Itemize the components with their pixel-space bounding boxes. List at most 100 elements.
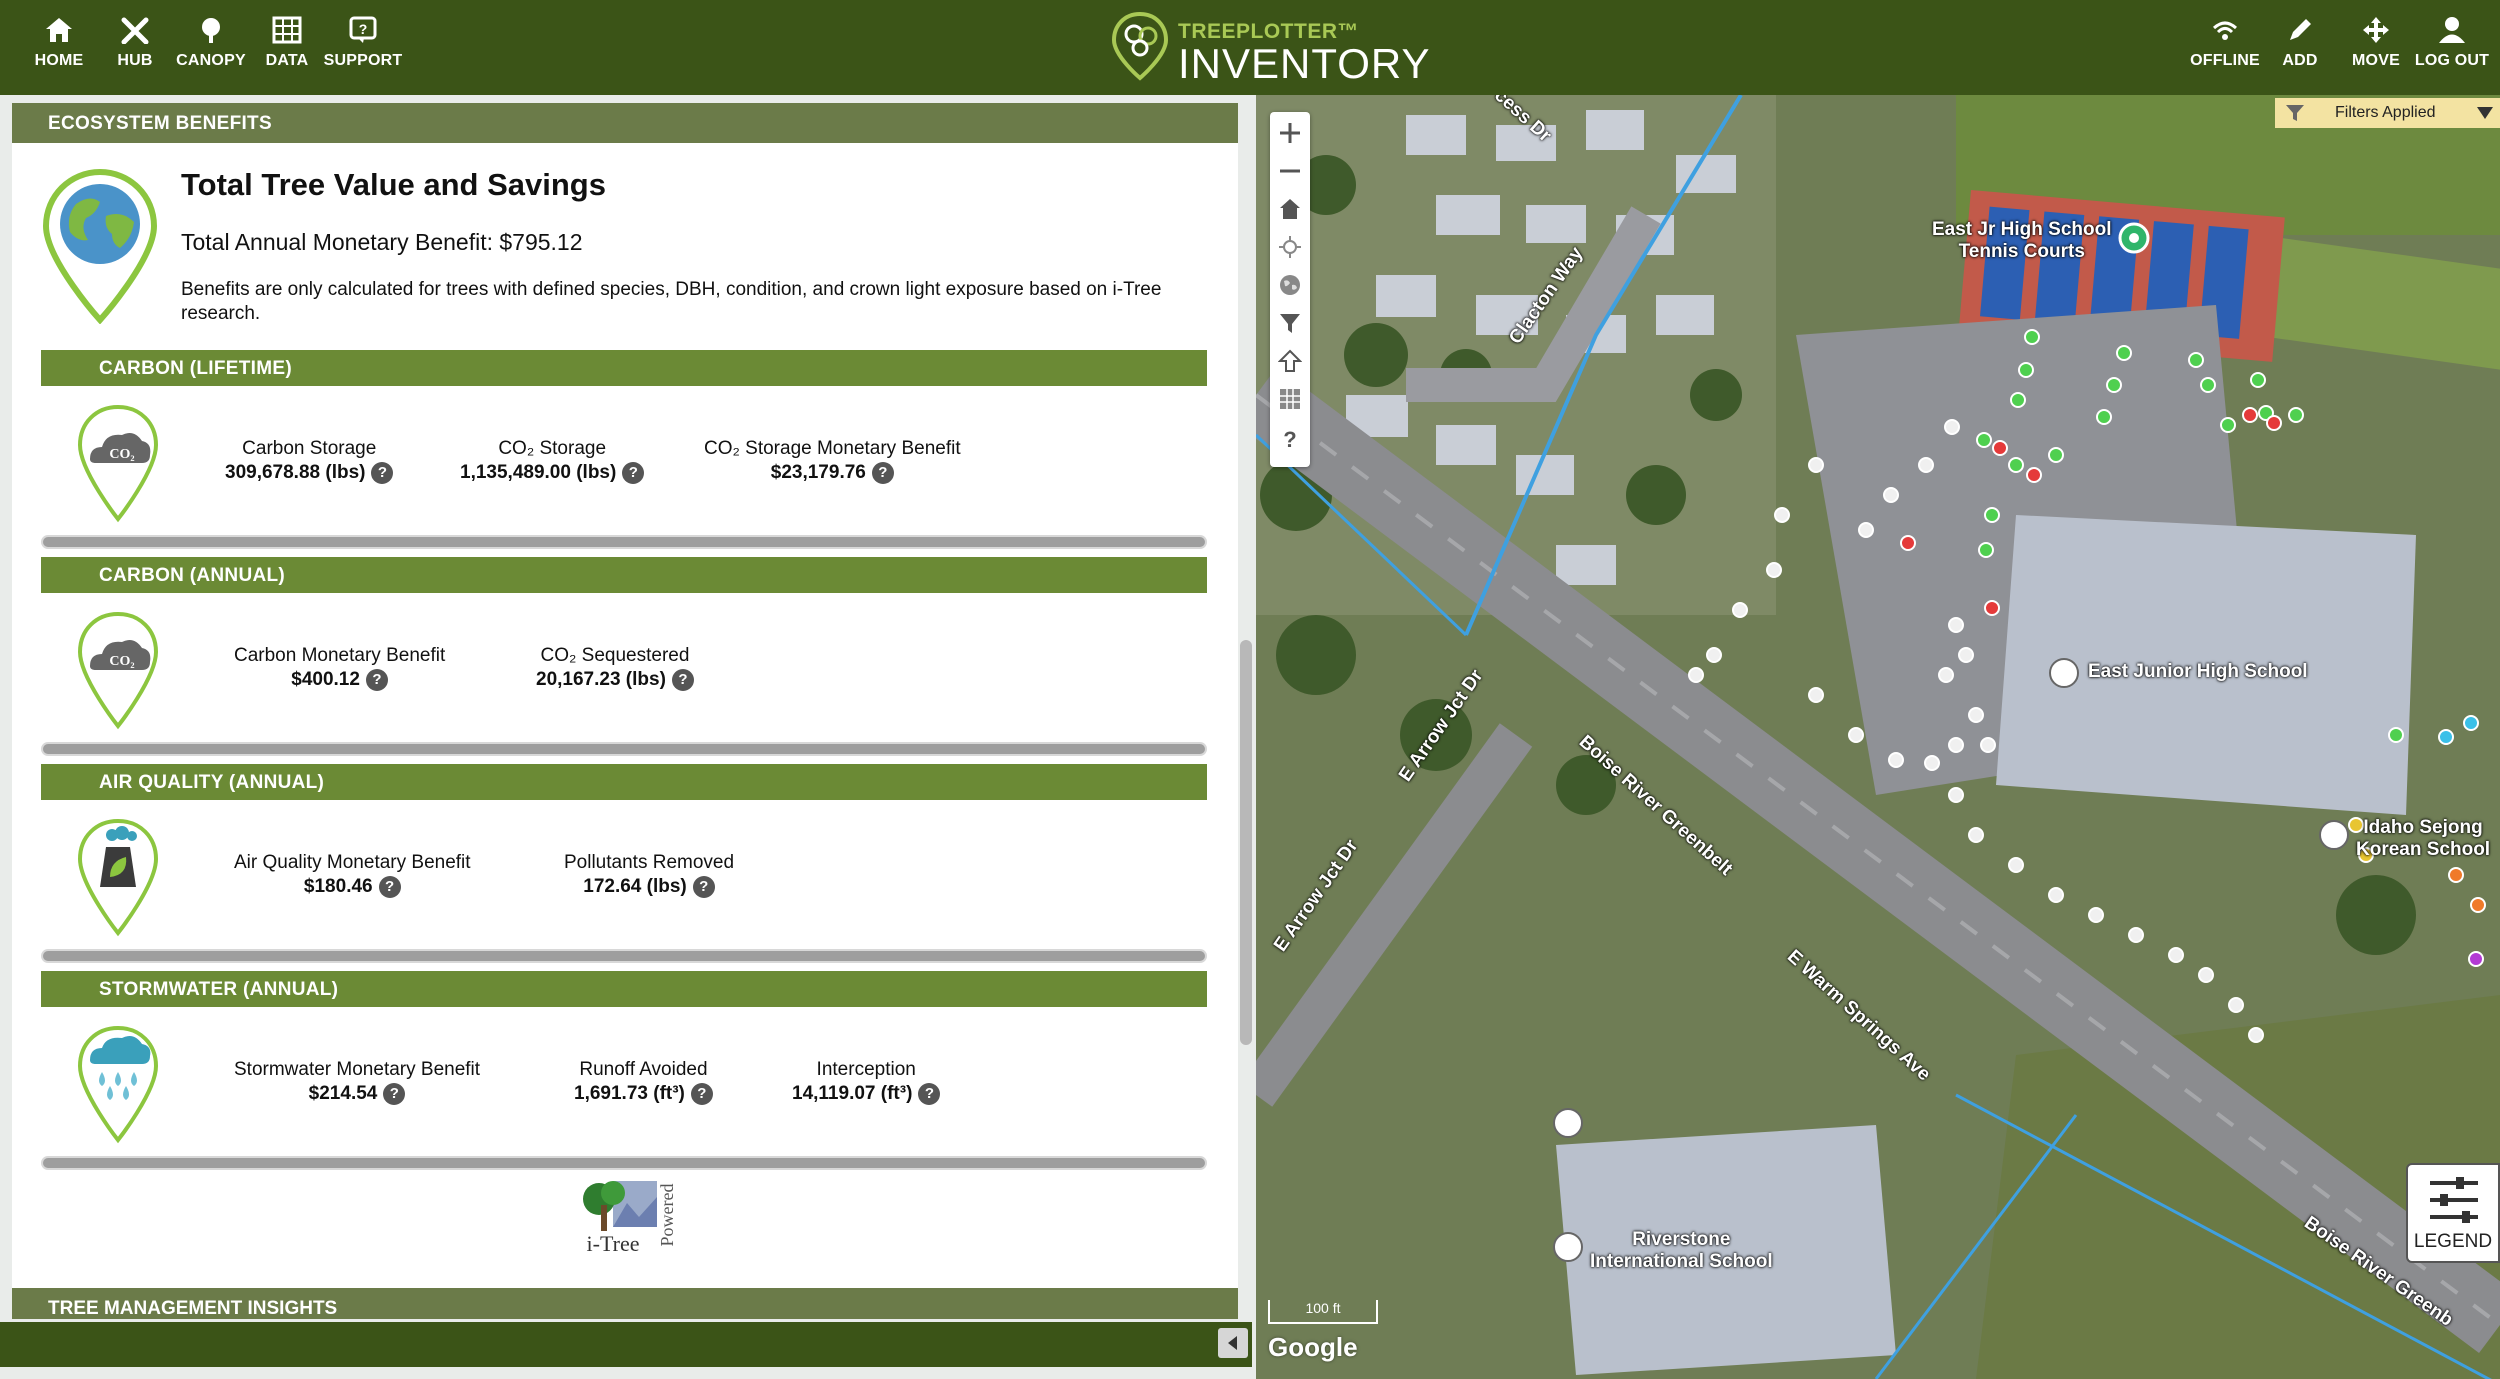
co2-badge: CO₂	[109, 447, 134, 462]
grid-icon	[1280, 389, 1300, 409]
metric-air-quality-benefit: Air Quality Monetary Benefit $180.46?	[234, 851, 471, 899]
legend-button[interactable]: LEGEND	[2406, 1163, 2500, 1263]
globe-pin-icon	[42, 168, 158, 324]
metric-runoff-avoided: Runoff Avoided 1,691.73 (ft³)?	[574, 1058, 713, 1106]
globe-icon	[1280, 275, 1300, 295]
legend-label: LEGEND	[2413, 1231, 2493, 1252]
help-icon[interactable]: ?	[690, 1082, 713, 1105]
section-divider	[41, 742, 1207, 756]
map-label-idaho-sejong: Idaho Sejong Korean School	[2356, 817, 2491, 860]
svg-text:?: ?	[359, 21, 368, 37]
caret-down-icon	[2477, 107, 2493, 119]
map-controls: ?	[1270, 112, 1310, 467]
arrow-up-icon	[1278, 349, 1302, 372]
metric-value: $180.46	[303, 876, 373, 897]
metric-label: Stormwater Monetary Benefit	[234, 1059, 481, 1080]
metric-value: 14,119.07 (ft³)	[792, 1083, 913, 1104]
nav-logout-label: LOG OUT	[2414, 52, 2490, 69]
totals-title: Total Tree Value and Savings	[181, 167, 606, 202]
home-icon	[1280, 199, 1300, 219]
help-icon[interactable]: ?	[371, 461, 394, 484]
satellite-map[interactable]: East Jr High School Tennis Courts East J…	[1256, 95, 2500, 1379]
factory-leaf-pin-icon	[77, 818, 159, 937]
metric-interception: Interception 14,119.07 (ft³)?	[792, 1058, 941, 1106]
metric-label: Air Quality Monetary Benefit	[234, 852, 471, 873]
wifi-icon	[2212, 21, 2238, 40]
nav-support[interactable]: ? SUPPORT	[318, 16, 408, 70]
metric-co2-storage-benefit: CO₂ Storage Monetary Benefit $23,179.76?	[704, 437, 961, 485]
top-bar: HOME HUB CANOPY DATA ? SUPPORT TREEPLOTT…	[0, 0, 2500, 95]
home-icon	[46, 18, 72, 42]
metric-value: 1,691.73 (ft³)	[574, 1083, 685, 1104]
co2-cloud-pin-icon: CO₂	[77, 611, 159, 730]
metric-value: $400.12	[291, 669, 360, 690]
user-icon	[2439, 17, 2465, 43]
map-label-tennis: East Jr High School Tennis Courts	[1932, 219, 2112, 262]
total-annual-benefit: Total Annual Monetary Benefit: $795.12	[181, 229, 583, 255]
move-icon	[2363, 17, 2389, 43]
carbon-annual-header[interactable]: CARBON (ANNUAL)	[41, 557, 1207, 593]
caret-left-icon	[1228, 1336, 1237, 1350]
filters-applied-toggle[interactable]: Filters Applied	[2275, 98, 2500, 128]
help-icon[interactable]: ?	[871, 461, 894, 484]
air-quality-header[interactable]: AIR QUALITY (ANNUAL)	[41, 764, 1207, 800]
itree-powered-logo: i-Tree Powered	[583, 1181, 677, 1256]
filter-button[interactable]	[1270, 304, 1310, 342]
metric-value: 172.64 (lbs)	[583, 876, 687, 897]
help-button[interactable]: ?	[1270, 420, 1310, 458]
metric-value: $214.54	[308, 1083, 378, 1104]
metric-stormwater-benefit: Stormwater Monetary Benefit $214.54?	[234, 1058, 480, 1106]
stormwater-header[interactable]: STORMWATER (ANNUAL)	[41, 971, 1207, 1007]
map-label-riverstone: Riverstone International School	[1590, 1229, 1773, 1272]
question-icon: ?	[1283, 427, 1296, 451]
co2-cloud-pin-icon: CO₂	[77, 404, 159, 523]
help-icon[interactable]: ?	[622, 461, 645, 484]
panel-bottom-bar	[0, 1322, 1252, 1367]
metric-pollutants-removed: Pollutants Removed 172.64 (lbs)?	[564, 851, 734, 899]
filters-applied-label: Filters Applied	[2335, 104, 2436, 121]
help-icon[interactable]: ?	[692, 875, 715, 898]
section-divider	[41, 1156, 1207, 1170]
metric-label: Interception	[816, 1059, 916, 1080]
ecosystem-benefits-header[interactable]: ECOSYSTEM BENEFITS	[12, 103, 1238, 143]
section-divider	[41, 949, 1207, 963]
metric-value: 309,678.88 (lbs)	[225, 462, 366, 483]
logo-brand-big: INVENTORY	[1178, 40, 1431, 87]
treeplotter-logo: TREEPLOTTER™ INVENTORY	[1110, 10, 1430, 87]
help-icon[interactable]: ?	[671, 668, 694, 691]
section-divider	[41, 535, 1207, 549]
google-attribution: Google	[1268, 1332, 1358, 1362]
ecosystem-benefits-panel: ECOSYSTEM BENEFITS Total Tree Value and …	[12, 103, 1238, 1319]
collapse-panel-button[interactable]	[1218, 1328, 1248, 1358]
zoom-in-button[interactable]	[1270, 114, 1310, 152]
help-icon[interactable]: ?	[918, 1082, 941, 1105]
panel-scrollbar[interactable]	[1240, 640, 1252, 1045]
carbon-lifetime-header[interactable]: CARBON (LIFETIME)	[41, 350, 1207, 386]
upload-button[interactable]	[1270, 342, 1310, 380]
home-extent-button[interactable]	[1270, 190, 1310, 228]
metric-value: 1,135,489.00 (lbs)	[460, 462, 617, 483]
help-icon[interactable]: ?	[378, 875, 401, 898]
metric-label: CO₂ Storage	[498, 438, 607, 459]
help-icon[interactable]: ?	[365, 668, 388, 691]
metric-label: Carbon Monetary Benefit	[234, 645, 446, 666]
zoom-out-button[interactable]	[1270, 152, 1310, 190]
plus-icon	[1280, 123, 1300, 143]
tree-management-insights-header[interactable]: TREE MANAGEMENT INSIGHTS	[12, 1288, 1238, 1319]
itree-name: i-Tree	[587, 1231, 640, 1256]
map-label-east-jr-high: East Junior High School	[2088, 661, 2308, 682]
nav-logout[interactable]: LOG OUT	[2407, 16, 2497, 70]
locate-button[interactable]	[1270, 228, 1310, 266]
metric-carbon-monetary-benefit: Carbon Monetary Benefit $400.12?	[234, 644, 445, 692]
help-icon[interactable]: ?	[383, 1082, 406, 1105]
metric-label: Runoff Avoided	[579, 1059, 708, 1080]
totals-note: Benefits are only calculated for trees w…	[181, 279, 1162, 324]
metric-co2-sequestered: CO₂ Sequestered 20,167.23 (lbs)?	[536, 644, 694, 692]
filter-icon	[1280, 314, 1300, 333]
metric-carbon-storage: Carbon Storage 309,678.88 (lbs)?	[225, 437, 394, 485]
table-icon	[272, 16, 302, 44]
basemap-button[interactable]	[1270, 266, 1310, 304]
logo-pin-icon	[1111, 11, 1169, 81]
grid-button[interactable]	[1270, 380, 1310, 418]
crosshair-icon	[1279, 236, 1301, 258]
